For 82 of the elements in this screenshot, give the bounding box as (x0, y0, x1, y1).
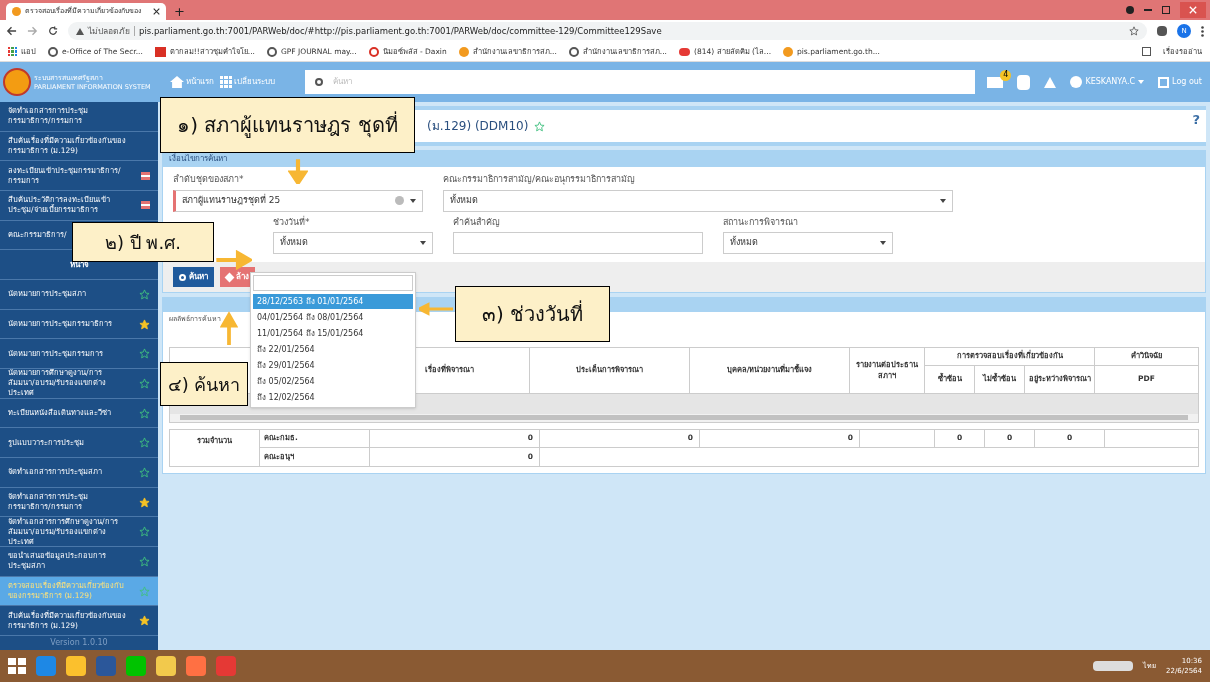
close-window-button[interactable] (1180, 2, 1206, 18)
star-icon[interactable] (139, 615, 150, 627)
taskbar-app-icon[interactable] (156, 656, 176, 676)
minus-icon[interactable] (141, 201, 150, 210)
taskbar-app-icon[interactable] (66, 656, 86, 676)
callout-tooltip: ๔) ค้นหา (160, 362, 248, 406)
star-icon[interactable] (139, 348, 150, 360)
field-label: คำค้นสำคัญ (453, 215, 501, 229)
star-icon[interactable] (139, 526, 150, 538)
star-icon[interactable] (139, 496, 150, 508)
back-icon[interactable] (6, 26, 17, 36)
search-button[interactable]: ค้นหา (173, 267, 214, 287)
callout-tooltip: ๓) ช่วงวันที่ (455, 286, 610, 342)
horizontal-scrollbar[interactable] (170, 413, 1198, 422)
security-label: ไม่ปลอดภัย (88, 24, 130, 38)
notification-badge: 4 (1000, 69, 1012, 81)
caret-icon (880, 241, 886, 245)
menu-icon[interactable] (1201, 25, 1204, 37)
emblem-logo (3, 68, 31, 96)
caret-icon (1138, 80, 1145, 84)
star-icon[interactable] (139, 288, 150, 300)
taskbar-app-icon[interactable] (126, 656, 146, 676)
warning-icon (76, 27, 84, 35)
dropdown-option[interactable]: 11/01/2564 ถึง 15/01/2564 (253, 326, 413, 341)
globe-icon (267, 46, 277, 57)
help-icon[interactable]: ? (1192, 110, 1200, 130)
star-icon[interactable] (139, 466, 150, 478)
video-icon (679, 47, 690, 56)
star-icon[interactable] (139, 377, 150, 389)
callout-arrow (214, 250, 252, 270)
field-label: ลำดับชุดของสภา* (173, 173, 245, 187)
reload-icon[interactable] (48, 26, 58, 36)
star-icon[interactable] (139, 585, 150, 597)
callout-arrow (419, 300, 453, 318)
star-icon[interactable] (139, 407, 150, 419)
search-icon (315, 78, 323, 86)
page-title: (ม.129) (DDM10) (427, 118, 529, 135)
emblem-icon (458, 46, 469, 57)
home-icon (170, 76, 184, 88)
apps-icon (8, 47, 17, 56)
taskbar-app-icon[interactable] (186, 656, 206, 676)
emblem-icon (12, 7, 21, 16)
callout-tooltip: ๑) สภาผู้แทนราษฎร ชุดที่ (160, 97, 415, 153)
clear-icon[interactable] (395, 196, 404, 205)
emblem-icon (783, 46, 793, 57)
field-label: คณะกรรมาธิการสามัญ/คณะอนุกรรมาธิการสามัญ (443, 173, 637, 187)
caret-icon (420, 241, 426, 245)
field-label: สถานะการพิจารณา (723, 215, 799, 229)
dropdown-search-field[interactable] (253, 275, 413, 291)
caret-icon (410, 198, 416, 203)
warning-icon[interactable] (1044, 76, 1057, 88)
forward-icon[interactable] (27, 26, 38, 36)
address-bar[interactable]: ไม่ปลอดภัย pis.parliament.go.th:7001/PARWeb/doc/#http://pis.parliament.go.th:7001/PARWeb/doc/committee-129/Committee129Save (68, 22, 1147, 40)
input-field[interactable] (453, 232, 703, 254)
callout-tooltip: ๒) ปี พ.ศ. (72, 222, 214, 262)
select-field[interactable]: ทั้งหมด (723, 232, 893, 254)
dropdown-option[interactable]: 04/01/2564 ถึง 08/01/2564 (253, 310, 413, 325)
minus-icon[interactable] (141, 171, 150, 180)
close-icon[interactable] (153, 8, 160, 15)
star-icon[interactable] (139, 555, 150, 567)
restore-icon[interactable] (1162, 6, 1170, 14)
globe-icon (568, 46, 579, 57)
search-icon (179, 273, 186, 281)
select-field[interactable]: สภาผู้แทนราษฎรชุดที่ 25 (173, 189, 423, 212)
star-icon[interactable] (534, 120, 546, 132)
star-icon[interactable] (139, 437, 150, 449)
caret-icon (940, 198, 946, 203)
select-field[interactable]: ทั้งหมด (273, 232, 433, 254)
grid-icon (220, 76, 232, 88)
globe-icon (48, 46, 58, 57)
callout-arrow (288, 158, 308, 184)
new-tab-button[interactable]: + (166, 3, 193, 20)
panel-title: เงื่อนไขการค้นหา (163, 151, 1205, 167)
url-text: pis.parliament.go.th:7001/PARWeb/doc/#http://pis.parliament.go.th:7001/PARWeb/doc/committee-129/Committee129Save (139, 24, 662, 38)
start-icon[interactable] (8, 658, 26, 674)
star-icon[interactable] (139, 318, 150, 330)
dropdown-option[interactable]: ถึง 12/02/2564 (253, 390, 413, 405)
version-label: Version 1.0.10 (49, 637, 109, 650)
close-icon (1189, 6, 1197, 14)
select-field[interactable]: ทั้งหมด (443, 189, 953, 212)
field-label: ช่วงวันที่* (273, 215, 311, 229)
bookmark-star-icon[interactable] (1129, 26, 1139, 36)
